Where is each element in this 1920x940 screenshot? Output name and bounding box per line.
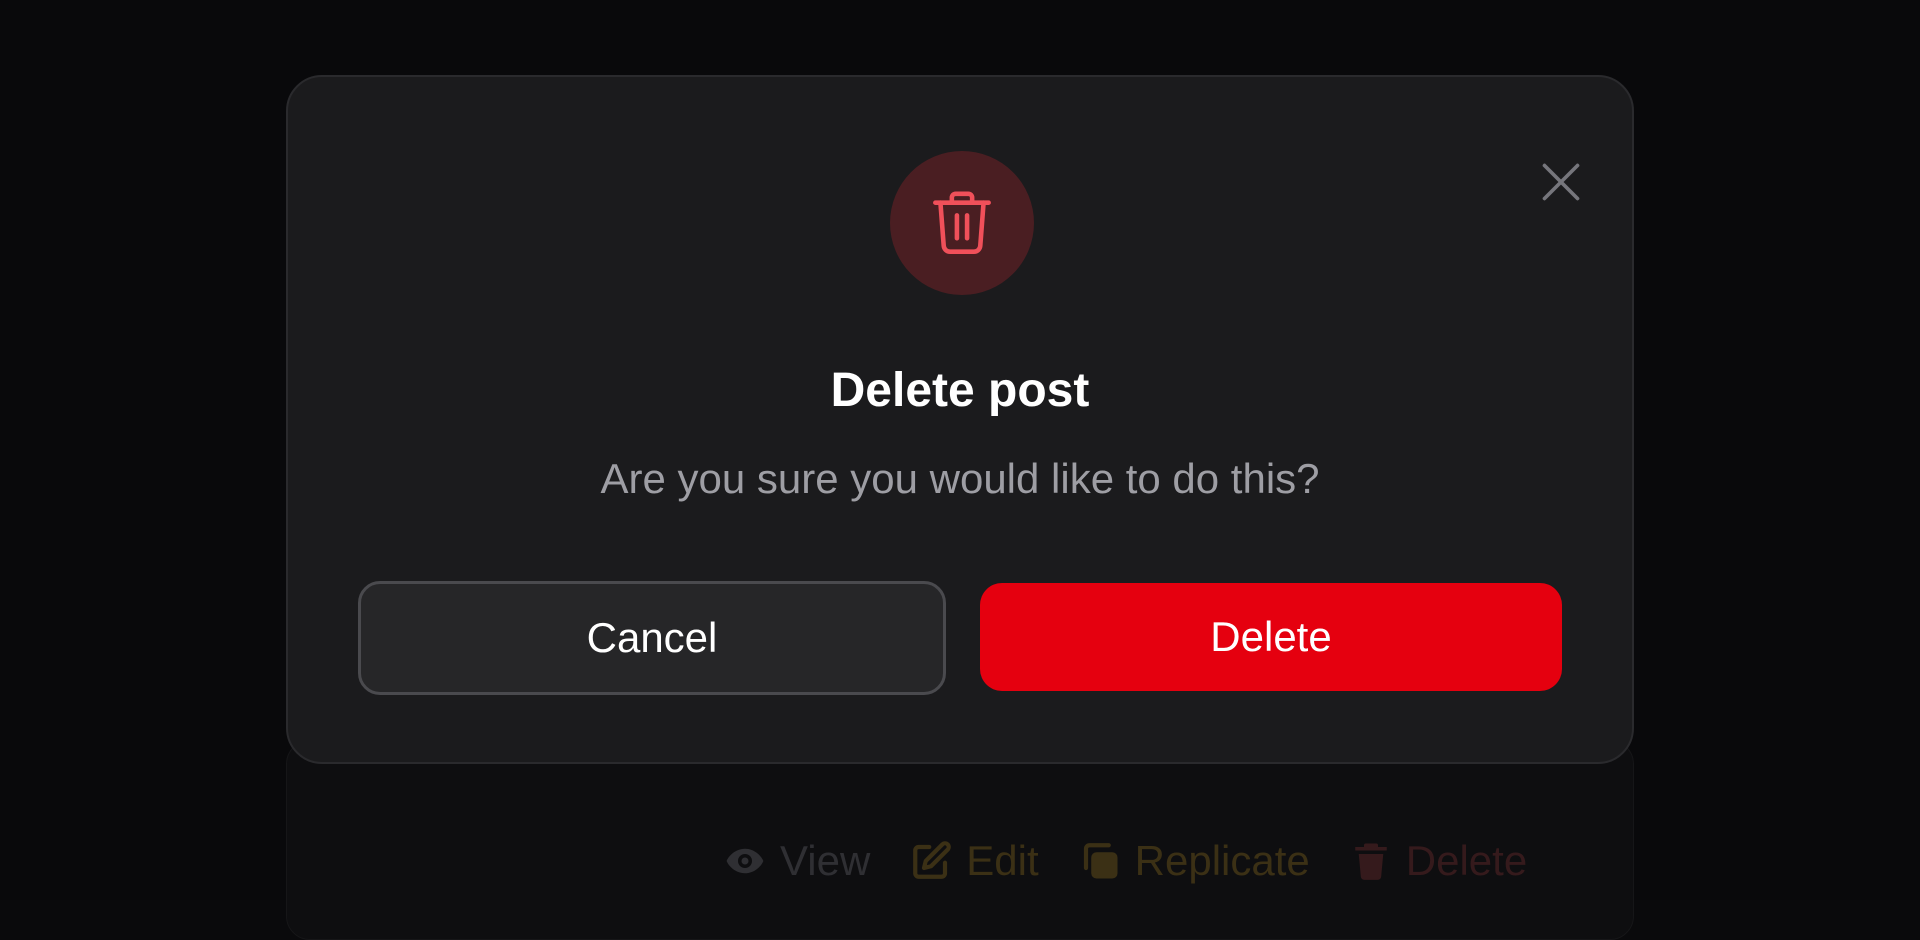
background-post-actions: View Edit Replicate Delete bbox=[724, 836, 1527, 886]
close-button[interactable] bbox=[1518, 139, 1604, 225]
background-delete-label: Delete bbox=[1405, 837, 1528, 884]
cancel-button[interactable]: Cancel bbox=[358, 581, 946, 695]
delete-confirm-button[interactable]: Delete bbox=[980, 583, 1562, 691]
close-icon bbox=[1542, 163, 1580, 201]
background-replicate-action: Replicate bbox=[1079, 837, 1310, 885]
background-view-label: View bbox=[780, 837, 871, 884]
pencil-square-icon bbox=[913, 841, 952, 879]
dialog-message: Are you sure you would like to do this? bbox=[600, 455, 1320, 502]
background-edit-action: Edit bbox=[910, 837, 1039, 885]
dialog-icon-badge bbox=[890, 151, 1034, 295]
delete-confirm-dialog: Delete post Are you sure you would like … bbox=[286, 75, 1634, 764]
background-replicate-label: Replicate bbox=[1134, 837, 1310, 884]
background-view-action: View bbox=[724, 837, 870, 885]
copy-icon bbox=[1083, 843, 1118, 879]
trash-icon bbox=[1355, 843, 1387, 880]
trash-icon bbox=[933, 191, 991, 254]
background-delete-action: Delete bbox=[1350, 837, 1527, 885]
background-edit-label: Edit bbox=[966, 837, 1039, 884]
eye-icon bbox=[726, 848, 764, 874]
dialog-title: Delete post bbox=[830, 364, 1090, 417]
